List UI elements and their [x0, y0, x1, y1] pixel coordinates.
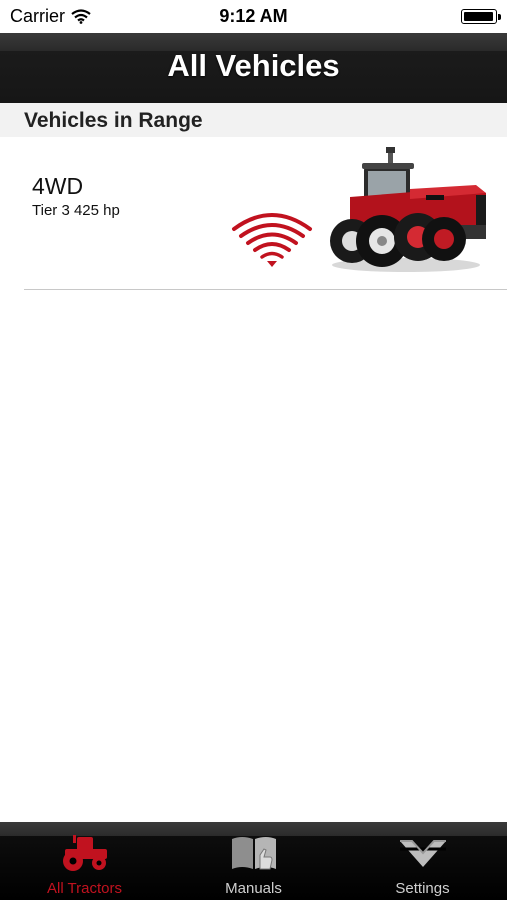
- tab-manuals[interactable]: Manuals: [169, 822, 338, 900]
- row-divider: [24, 289, 507, 290]
- navigation-bar: All Vehicles: [0, 33, 507, 103]
- vehicle-name: 4WD: [32, 173, 84, 199]
- tractor-icon: [62, 835, 107, 871]
- tab-label: Settings: [395, 880, 450, 897]
- tab-icon-wrapper: [338, 835, 507, 875]
- section-header: Vehicles in Range: [0, 103, 507, 137]
- tab-all-tractors[interactable]: All Tractors: [0, 822, 169, 900]
- tractor-image: [330, 147, 486, 272]
- tab-label: All Tractors: [46, 880, 122, 897]
- tab-bar: All Tractors Manuals Settings: [0, 822, 507, 900]
- status-time: 9:12 AM: [219, 6, 288, 26]
- battery-level: [464, 12, 493, 21]
- wireless-signal-icon: [232, 213, 312, 267]
- book-icon: [231, 837, 276, 870]
- vehicle-description: Tier 3 425 hp: [32, 202, 120, 219]
- battery-icon: [461, 9, 501, 24]
- status-bar: Carrier 9:12 AM: [0, 0, 507, 33]
- brand-logo-icon: [399, 840, 446, 867]
- tab-icon-wrapper: [0, 835, 169, 875]
- page-title: All Vehicles: [167, 48, 340, 83]
- section-header-label: Vehicles in Range: [24, 109, 203, 132]
- tab-settings[interactable]: Settings: [338, 822, 507, 900]
- vehicle-list-item[interactable]: 4WD Tier 3 425 hp: [0, 137, 507, 289]
- tab-label: Manuals: [225, 880, 282, 897]
- tab-icon-wrapper: [169, 835, 338, 875]
